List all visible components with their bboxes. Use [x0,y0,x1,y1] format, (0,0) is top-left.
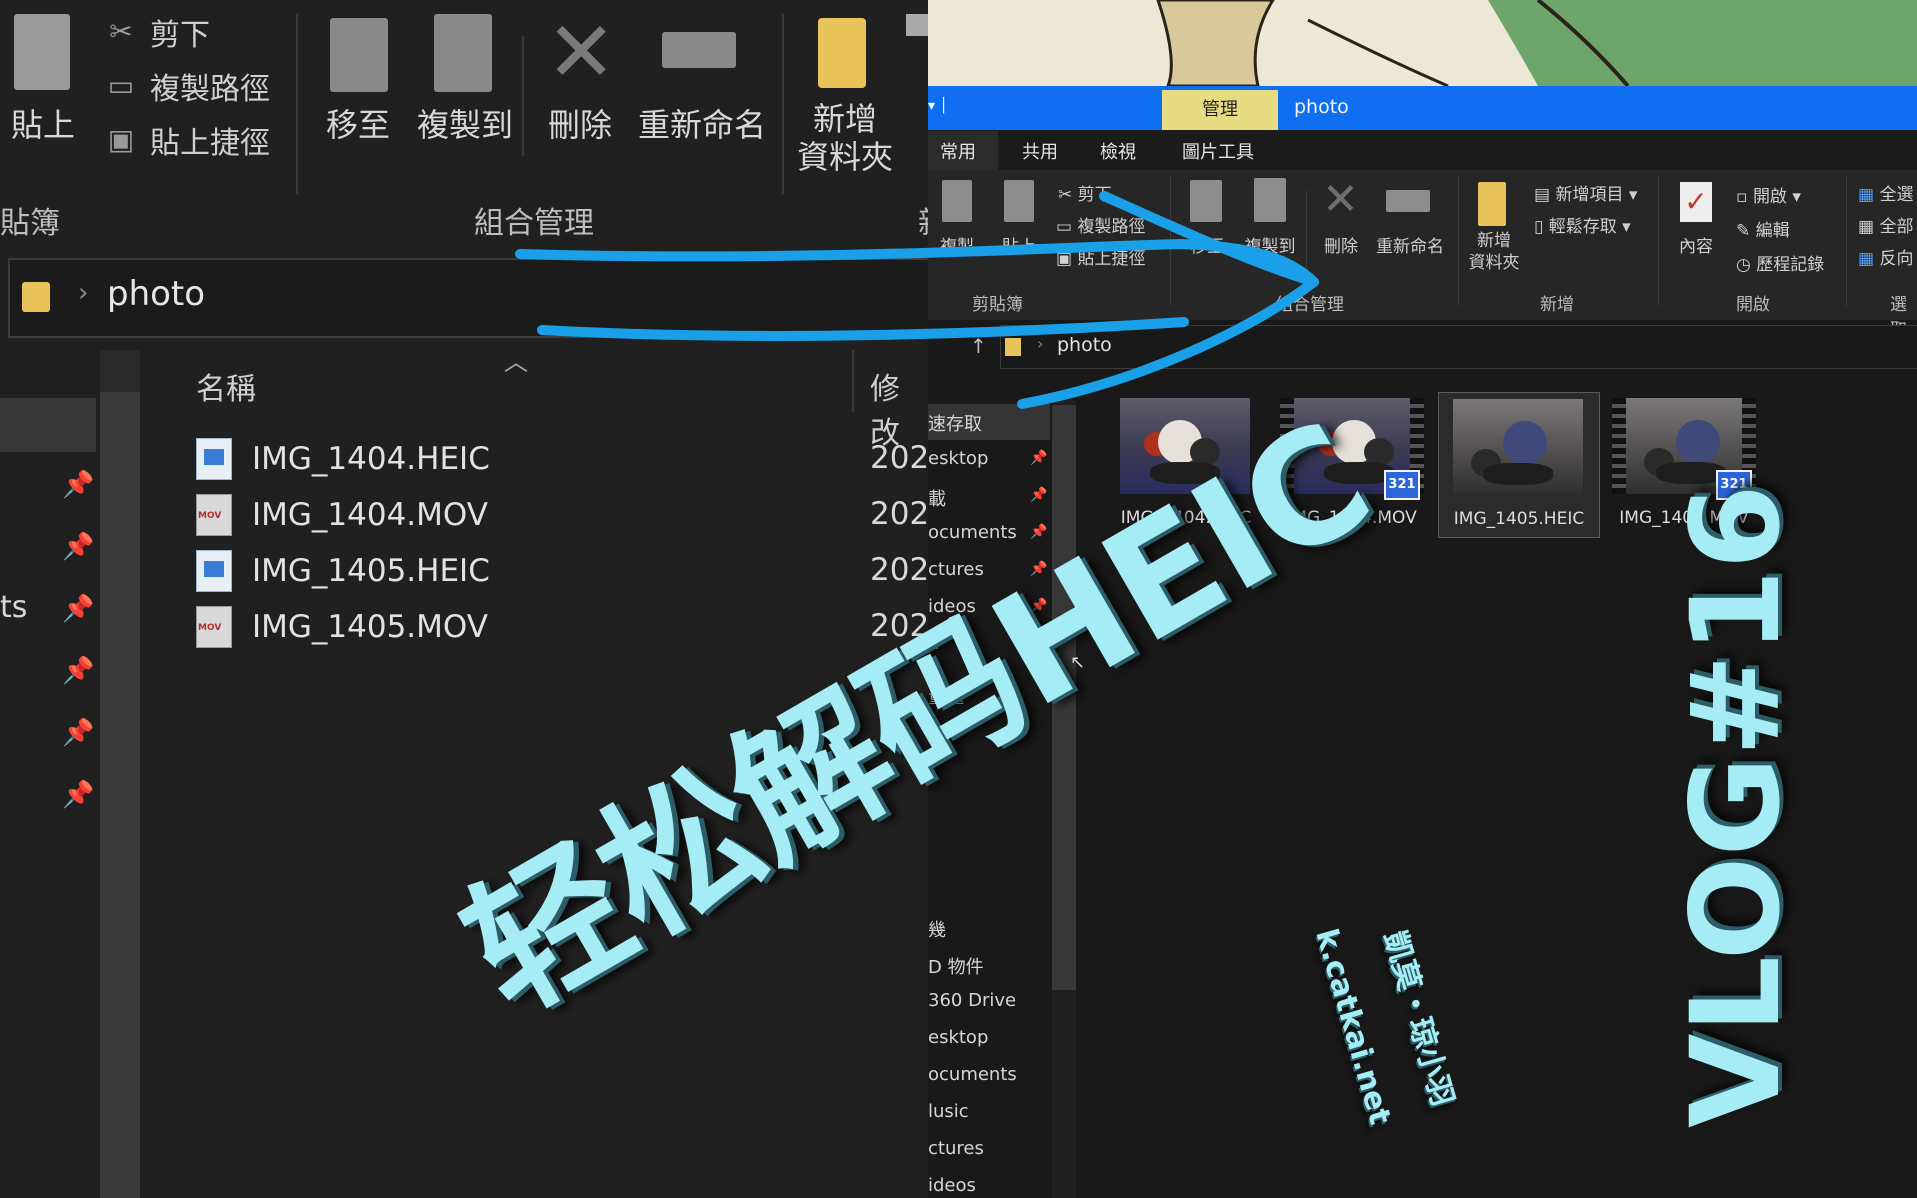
arrow-stroke-upper [515,238,1319,287]
arrow-stroke-lower [537,317,1189,341]
overlay-vlog-number: VLOG#16 [1665,484,1807,1128]
